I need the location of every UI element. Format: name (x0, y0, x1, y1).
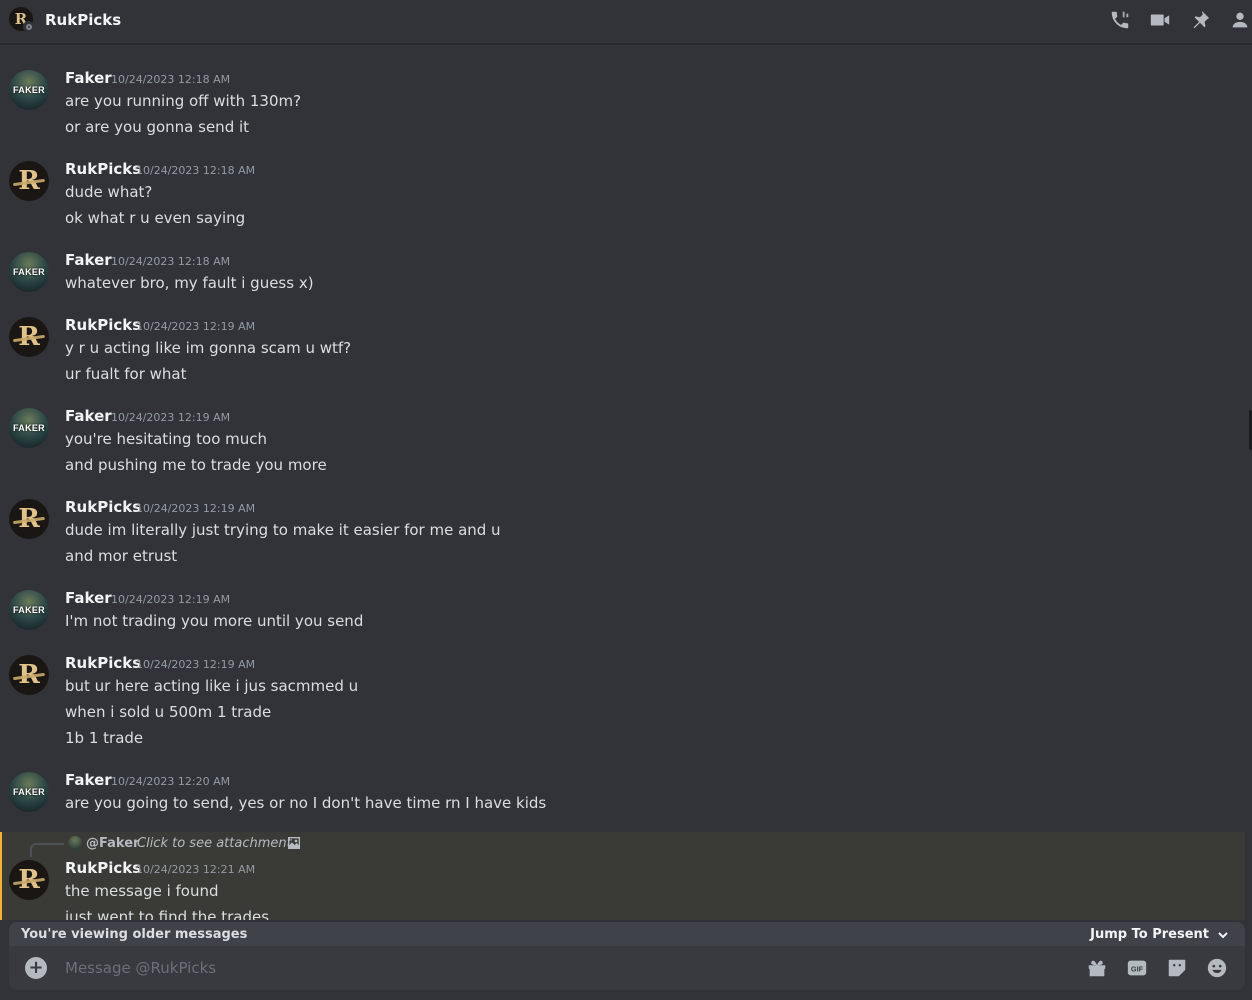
message-author[interactable]: Faker (65, 251, 112, 269)
message-text: the message i found (65, 882, 219, 900)
message-group[interactable]: FAKER Faker 10/24/2023 12:19 AM you're h… (0, 403, 1245, 475)
chevron-down-icon (1218, 931, 1228, 938)
message-group[interactable]: FAKER Faker 10/24/2023 12:20 AM are you … (0, 767, 1245, 813)
message-timestamp: 10/24/2023 12:18 AM (111, 255, 231, 268)
message-text: and pushing me to trade you more (65, 456, 327, 474)
reply-connector (30, 843, 64, 857)
jump-to-present-button[interactable]: Jump To Present (1090, 927, 1229, 942)
message-group[interactable]: FAKER Faker 10/24/2023 12:19 AM I'm not … (0, 585, 1245, 631)
image-icon (286, 835, 302, 851)
highlighted-message-group[interactable]: @Faker Click to see attachment R RukPick… (0, 832, 1245, 920)
avatar-label: FAKER (12, 605, 45, 615)
avatar-label: FAKER (12, 787, 45, 797)
user-avatar[interactable]: R (9, 860, 49, 900)
svg-text:GIF: GIF (1131, 965, 1144, 974)
message-author[interactable]: RukPicks (65, 859, 141, 877)
older-messages-text: You're viewing older messages (21, 927, 248, 942)
reply-mention[interactable]: @Faker (86, 836, 139, 851)
message-text: 1b 1 trade (65, 729, 144, 747)
avatar-label: FAKER (12, 85, 45, 95)
message-text: and mor etrust (65, 547, 178, 565)
pin-icon[interactable] (1188, 8, 1212, 32)
message-text: ok what r u even saying (65, 209, 246, 227)
user-avatar[interactable]: FAKER (9, 590, 49, 630)
message-text: whatever bro, my fault i guess x) (65, 274, 314, 292)
message-text: you're hesitating too much (65, 430, 268, 448)
message-text: dude im literally just trying to make it… (65, 521, 501, 539)
jump-to-present-label: Jump To Present (1090, 927, 1209, 942)
message-group[interactable]: FAKER Faker 10/24/2023 12:18 AM are you … (0, 65, 1245, 137)
composer-toolbar: GIF (1085, 956, 1229, 980)
older-messages-bar: You're viewing older messages Jump To Pr… (9, 922, 1245, 948)
message-input[interactable] (65, 956, 1065, 980)
dm-title[interactable]: RukPicks (45, 11, 121, 29)
message-timestamp: 10/24/2023 12:19 AM (136, 502, 256, 515)
message-timestamp: 10/24/2023 12:18 AM (111, 73, 231, 86)
message-text: ur fualt for what (65, 365, 187, 383)
message-timestamp: 10/24/2023 12:21 AM (136, 863, 256, 876)
user-avatar[interactable]: FAKER (9, 70, 49, 110)
message-text: y r u acting like im gonna scam u wtf? (65, 339, 352, 357)
message-timestamp: 10/24/2023 12:19 AM (111, 593, 231, 606)
user-avatar[interactable]: FAKER (9, 252, 49, 292)
add-attachment-icon[interactable]: + (25, 957, 47, 979)
message-text: just went to find the trades (65, 908, 270, 920)
avatar-label: FAKER (12, 423, 45, 433)
user-avatar[interactable]: R (9, 161, 49, 201)
channel-header: R RukPicks (0, 0, 1252, 44)
message-text: but ur here acting like i jus sacmmed u (65, 677, 359, 695)
message-group[interactable]: R RukPicks 10/24/2023 12:18 AM dude what… (0, 156, 1245, 228)
user-avatar[interactable]: R (9, 499, 49, 539)
message-author[interactable]: RukPicks (65, 498, 141, 516)
emoji-icon[interactable] (1205, 956, 1229, 980)
message-timestamp: 10/24/2023 12:20 AM (111, 775, 231, 788)
message-text: are you running off with 130m? (65, 92, 302, 110)
message-author[interactable]: Faker (65, 407, 112, 425)
gift-icon[interactable] (1085, 956, 1109, 980)
message-list[interactable]: FAKER Faker 10/24/2023 12:18 AM are you … (0, 45, 1245, 920)
message-author[interactable]: RukPicks (65, 654, 141, 672)
sticker-icon[interactable] (1165, 956, 1189, 980)
gif-icon[interactable]: GIF (1125, 956, 1149, 980)
message-author[interactable]: Faker (65, 69, 112, 87)
status-indicator (23, 21, 34, 32)
video-call-icon[interactable] (1148, 8, 1172, 32)
message-timestamp: 10/24/2023 12:18 AM (136, 164, 256, 177)
avatar-label: FAKER (12, 267, 45, 277)
user-avatar[interactable]: FAKER (9, 772, 49, 812)
reply-preview[interactable]: Click to see attachment (137, 836, 292, 851)
message-timestamp: 10/24/2023 12:19 AM (111, 411, 231, 424)
message-group[interactable]: R RukPicks 10/24/2023 12:19 AM dude im l… (0, 494, 1245, 566)
user-avatar[interactable]: R (9, 317, 49, 357)
message-text: are you going to send, yes or no I don't… (65, 794, 547, 812)
message-group[interactable]: R RukPicks 10/24/2023 12:19 AM y r u act… (0, 312, 1245, 384)
message-composer: + GIF (9, 946, 1245, 990)
message-author[interactable]: RukPicks (65, 160, 141, 178)
reply-avatar (68, 836, 82, 850)
member-list-icon[interactable] (1228, 8, 1252, 32)
message-text: or are you gonna send it (65, 118, 250, 136)
message-group[interactable]: FAKER Faker 10/24/2023 12:18 AM whatever… (0, 247, 1245, 293)
message-text: I'm not trading you more until you send (65, 612, 364, 630)
message-author[interactable]: Faker (65, 589, 112, 607)
message-group[interactable]: R RukPicks 10/24/2023 12:19 AM but ur he… (0, 650, 1245, 748)
header-toolbar (1108, 8, 1252, 32)
message-timestamp: 10/24/2023 12:19 AM (136, 320, 256, 333)
phone-call-icon[interactable] (1108, 8, 1132, 32)
message-text: when i sold u 500m 1 trade (65, 703, 272, 721)
message-author[interactable]: RukPicks (65, 316, 141, 334)
user-avatar[interactable]: R (9, 655, 49, 695)
message-timestamp: 10/24/2023 12:19 AM (136, 658, 256, 671)
user-avatar[interactable]: FAKER (9, 408, 49, 448)
message-author[interactable]: Faker (65, 771, 112, 789)
message-text: dude what? (65, 183, 153, 201)
